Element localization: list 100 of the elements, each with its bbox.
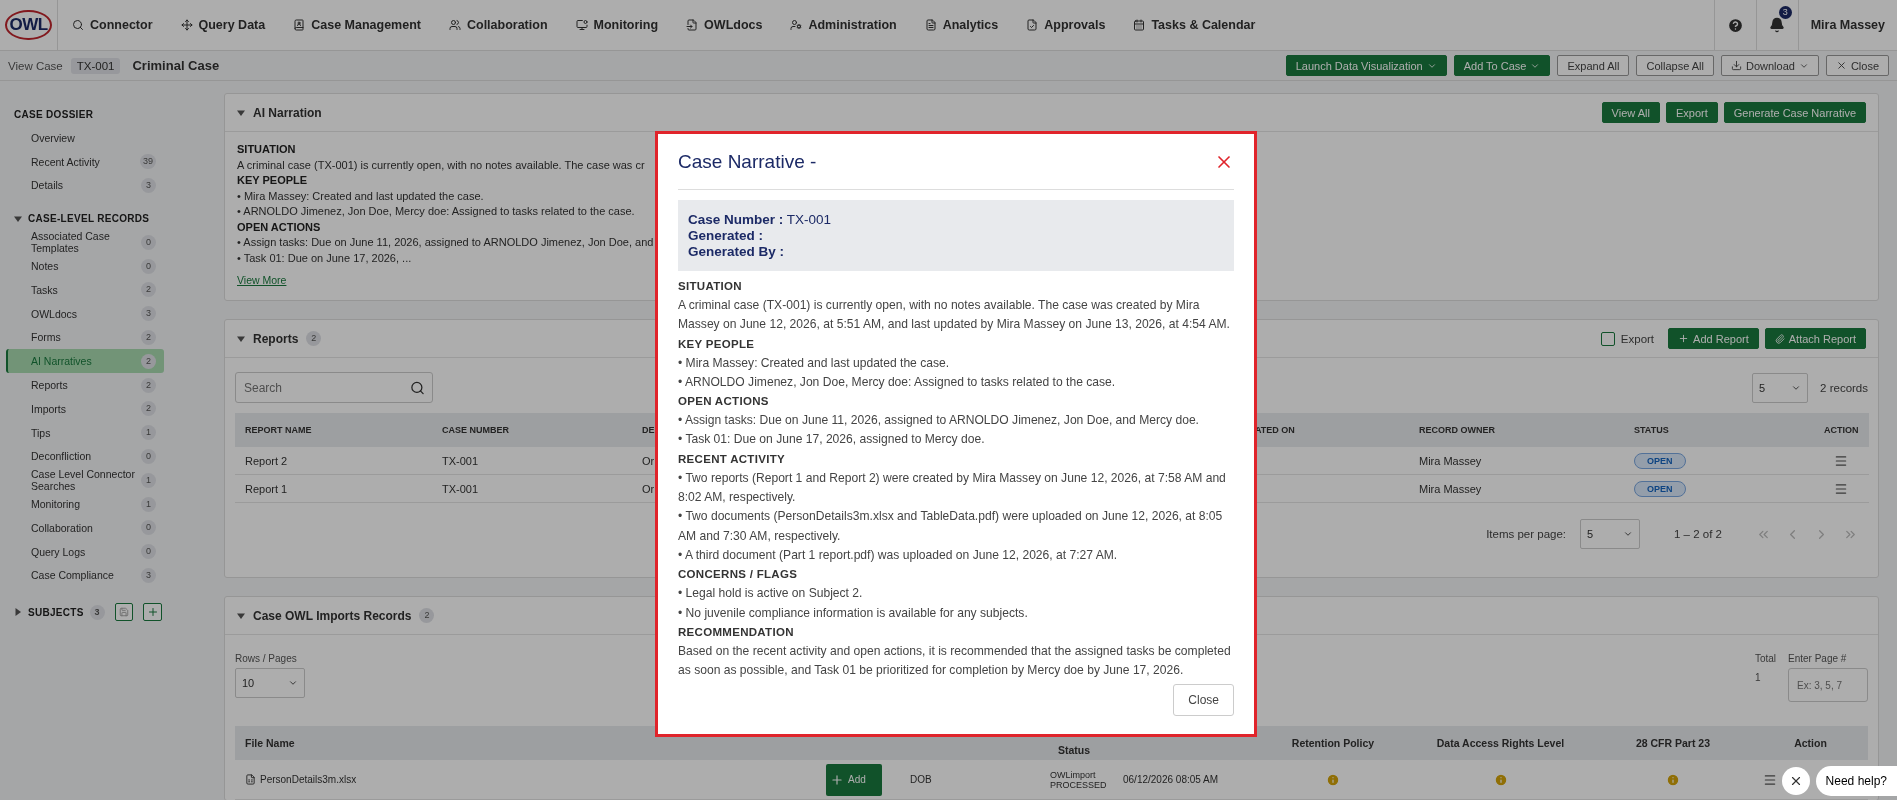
logo[interactable]: OWL [0, 0, 58, 50]
bell-icon [1769, 17, 1786, 33]
people-icon [448, 19, 461, 31]
need-help-button[interactable]: Need help? [1815, 766, 1897, 796]
caret-icon [14, 214, 22, 223]
sidebar-item[interactable]: Details 3 [6, 173, 164, 198]
nav-menu-item[interactable]: Approvals [1012, 0, 1120, 50]
add-report-button[interactable]: Add Report [1668, 328, 1759, 349]
narrative-text: • Mira Massey: Created and last updated the case. [237, 188, 484, 204]
sidebar-section-header[interactable]: CASE-LEVEL RECORDS [6, 197, 200, 231]
file-import-icon [686, 19, 699, 31]
sidebar-item[interactable]: Associated Case Templates 0 [6, 230, 164, 255]
panel-action-button[interactable]: Generate Case Narrative [1723, 102, 1866, 123]
narrative-paragraph: • No juvenile compliance information is available for any subjects. [678, 604, 1029, 622]
sidebar-item[interactable]: Imports 2 [6, 396, 164, 421]
panel-action-button[interactable]: Export [1665, 102, 1718, 123]
attach-report-button[interactable]: Attach Report [1764, 328, 1866, 349]
count-badge: 2 [306, 331, 322, 346]
items-per-page-select[interactable]: 5 [1580, 519, 1641, 549]
table-cell: 06/12/2026 08:05 AM [1113, 760, 1258, 800]
collapse-caret-icon[interactable] [237, 334, 245, 343]
section-heading: RECENT ACTIVITY [678, 451, 786, 467]
sidebar-item[interactable]: Reports 2 [6, 373, 164, 397]
dropdown-button[interactable]: Launch Data Visualization [1285, 55, 1447, 76]
table-cell: Mira Massey [1409, 447, 1624, 475]
column-header: REPORT NAME [235, 413, 432, 447]
user-name[interactable]: Mira Massey [1797, 0, 1897, 50]
file-check-icon [1026, 19, 1039, 31]
status-pill: OPEN [1634, 480, 1686, 497]
collapse-caret-icon[interactable] [237, 611, 245, 620]
panel-title: Case OWL Imports Records [253, 608, 412, 623]
nav-menu-item[interactable]: Monitoring [561, 0, 673, 50]
sidebar-item[interactable]: Collaboration 0 [6, 515, 164, 540]
nav-menu-item[interactable]: OWLdocs [672, 0, 777, 50]
sidebar-item[interactable]: Notes 0 [6, 254, 164, 278]
nav-menu-item[interactable]: Connector [58, 0, 167, 50]
checkbox-label: Export [1620, 332, 1655, 345]
close-button[interactable]: Close [1173, 684, 1234, 717]
sidebar-section-header[interactable]: SUBJECTS 3 [6, 587, 200, 628]
column-header: Action [1753, 726, 1868, 760]
table-cell: TX-001 [432, 475, 632, 503]
monitor-icon [575, 19, 588, 31]
sidebar-item[interactable]: Query Logs 0 [6, 539, 164, 564]
sidebar-item[interactable]: Tasks 2 [6, 278, 164, 302]
add-keyword-button[interactable]: Add [826, 763, 882, 796]
view-more-link[interactable]: View More [237, 274, 287, 286]
dialog-title: Case Narrative - [678, 150, 817, 173]
add-button[interactable] [143, 603, 162, 622]
notification-badge: 3 [1778, 6, 1792, 19]
nav-menu-item[interactable]: Administration [776, 0, 911, 50]
move-arrows-icon [180, 19, 193, 31]
dropdown-button[interactable]: Add To Case [1453, 55, 1551, 76]
table-cell: Report 1 [235, 475, 432, 503]
page-number-field[interactable]: Ex: 3, 5, 7 [1788, 668, 1868, 702]
file-name: PersonDetails3m.xlsx [260, 774, 357, 785]
narrative-paragraph: • A third document (Part 1 report.pdf) was uploaded on June 12, 2026, at 7:27 AM. [678, 546, 1119, 564]
sidebar-item[interactable]: Case Level Connector Searches 1 [6, 468, 164, 493]
table-cell: Mira Massey [1409, 475, 1624, 503]
sidebar-item[interactable]: Case Compliance 3 [6, 563, 164, 588]
sidebar-item[interactable]: Deconfliction 0 [6, 444, 164, 469]
user-gear-icon [790, 19, 803, 31]
nav-menu-item[interactable]: Analytics [910, 0, 1013, 50]
narrative-paragraph: Based on the recent activity and open actions, it is recommended that the assigned tasks be completed as soon as possible, and Task 01 be prioritized for completion by Mercy doe by June 17, 2026. [678, 642, 1232, 680]
panel-action-button[interactable]: View All [1601, 102, 1660, 123]
column-header: File Name [235, 726, 822, 760]
sidebar-item[interactable]: OWLdocs 3 [6, 301, 164, 326]
sidebar-item[interactable]: Forms 2 [6, 325, 164, 350]
toolbar-button[interactable]: Expand All [1557, 55, 1630, 76]
menu-icon[interactable] [1834, 453, 1849, 468]
sidebar-item[interactable]: Recent Activity 39 [6, 149, 164, 174]
column-header: Retention Policy [1258, 726, 1408, 760]
download-button[interactable]: Download [1720, 55, 1819, 76]
field-label: Rows / Pages [235, 653, 298, 664]
collapse-caret-icon[interactable] [237, 108, 245, 117]
plus-icon [830, 772, 844, 787]
save-button[interactable] [114, 603, 134, 622]
panel-title: Reports [253, 331, 299, 346]
toolbar-button[interactable]: Collapse All [1636, 55, 1714, 76]
sidebar-item[interactable]: AI Narratives 2 [6, 349, 164, 374]
page-size-select[interactable]: 5 [1752, 372, 1809, 403]
rows-per-page-select[interactable]: 10 [235, 668, 305, 698]
export-checkbox[interactable] [1600, 331, 1615, 346]
nav-menu-item[interactable]: Query Data [166, 0, 280, 50]
sidebar-item[interactable]: Tips 1 [6, 420, 164, 445]
search-field[interactable]: Search [235, 372, 433, 403]
section-heading: OPEN ACTIONS [678, 394, 770, 410]
nav-menu-item[interactable]: Case Management [279, 0, 435, 50]
info-line: Generated : [688, 228, 765, 243]
column-header: ACTION [1814, 413, 1869, 447]
nav-menu-item[interactable]: Collaboration [434, 0, 562, 50]
paperclip-icon [1774, 333, 1785, 344]
sidebar-item[interactable]: Overview [6, 126, 164, 150]
menu-icon[interactable] [1763, 772, 1777, 787]
sidebar-item[interactable]: Monitoring 1 [6, 492, 164, 516]
field-label: Total [1754, 653, 1776, 664]
menu-icon[interactable] [1834, 481, 1849, 496]
pager-label: Items per page: [1486, 528, 1567, 540]
close-button[interactable]: Close [1825, 55, 1889, 76]
nav-menu-item[interactable]: Tasks & Calendar [1119, 0, 1270, 50]
pager-range: 1 – 2 of 2 [1674, 528, 1722, 540]
